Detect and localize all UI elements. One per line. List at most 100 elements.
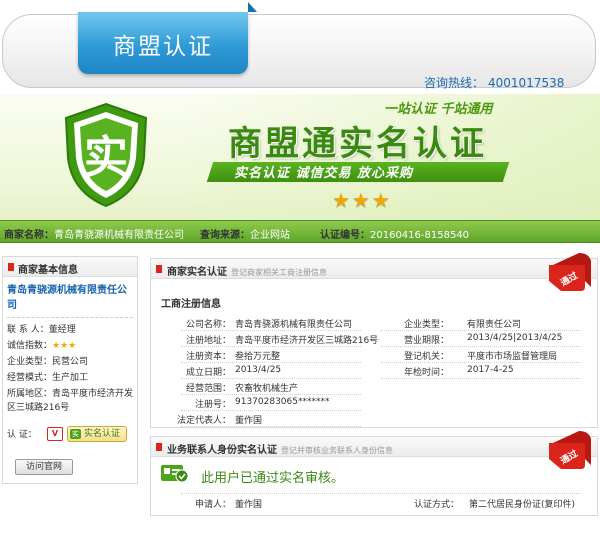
field-value: 2017-4-25 xyxy=(467,365,514,375)
contact-row: 联 系 人：董经理 xyxy=(7,323,76,337)
row-divider xyxy=(181,330,361,331)
section-header: 商家实名认证 登记商家相关工商注册信息 通过 xyxy=(151,253,597,291)
slogan-top: 一站认证 千站通用 xyxy=(384,102,493,117)
field-value: 2013/4/25 xyxy=(235,365,282,375)
field-label: 登记机关： xyxy=(403,352,449,362)
top-header: 商盟认证 咨询热线： 4001017538 xyxy=(0,0,600,92)
v-badge-icon[interactable]: V xyxy=(47,427,63,441)
applicant-label: 申请人： xyxy=(194,500,231,510)
business-mode-label: 经营模式： xyxy=(7,373,53,383)
passed-ribbon-icon: 通过 xyxy=(549,431,591,469)
field-label: 经营范围： xyxy=(185,384,231,394)
shield-glyph: 实 xyxy=(84,132,128,183)
section-title-text: 业务联系人身份实名认证 xyxy=(167,445,277,456)
row-divider xyxy=(181,378,361,379)
slogan-bar-text: 实名认证 诚信交易 放心采购 xyxy=(234,166,414,181)
field-value: 平度市市场监督管理局 xyxy=(467,352,558,362)
row-divider xyxy=(181,346,361,347)
bullet-icon xyxy=(156,265,162,273)
section-title-text: 商家实名认证 xyxy=(167,267,227,278)
field-value: 青岛青骁源机械有限责任公司 xyxy=(235,320,353,330)
field-value: 91370283065******* xyxy=(235,397,330,407)
section-header: 业务联系人身份实名认证 登记并审核业务联系人身份信息 通过 xyxy=(151,431,597,469)
bullet-icon xyxy=(8,263,14,271)
divider xyxy=(7,317,133,318)
field-value: 董作国 xyxy=(235,416,263,426)
field-label: 成立日期： xyxy=(185,368,231,378)
section-subtitle: 登记并审核业务联系人身份信息 xyxy=(281,446,393,455)
hotline-label: 咨询热线： xyxy=(424,76,485,90)
panel-header: 商家基本信息 xyxy=(3,257,137,277)
field-value: 农畜牧机械生产 xyxy=(235,384,299,394)
field-label: 年检时间： xyxy=(403,368,449,378)
company-name-link[interactable]: 青岛青骁源机械有限责任公司 xyxy=(7,283,135,313)
merchant-name-value: 青岛青骁源机械有限责任公司 xyxy=(54,230,184,241)
visit-website-button[interactable]: 访问官网 xyxy=(15,459,73,475)
cert-number-label: 认证编号： xyxy=(320,230,370,241)
divider xyxy=(181,493,581,494)
method-value: 第二代居民身份证(复印件) xyxy=(469,500,576,510)
cert-number-value: 20160416-8158540 xyxy=(370,230,470,241)
merchant-info-bar: 商家名称：青岛青骁源机械有限责任公司 查询来源：企业网站 认证编号：201604… xyxy=(0,220,600,243)
row-divider xyxy=(181,394,361,395)
field-label: 注册号： xyxy=(194,400,231,410)
tab-fold xyxy=(248,2,257,12)
company-type-label: 企业类型： xyxy=(7,357,53,367)
rating-label: 诚信指数： xyxy=(7,341,53,351)
registration-info-title: 工商注册信息 xyxy=(161,299,221,310)
merchant-name-item: 商家名称：青岛青骁源机械有限责任公司 xyxy=(4,226,184,241)
real-name-badge[interactable]: 实实名认证 xyxy=(67,426,127,442)
shield-logo-icon: 实 xyxy=(64,102,148,208)
section-title: 业务联系人身份实名认证 登记并审核业务联系人身份信息 xyxy=(167,441,393,456)
applicant-value: 董作国 xyxy=(235,500,263,510)
query-source-item: 查询来源：企业网站 xyxy=(200,226,290,241)
method-label: 认证方式： xyxy=(413,500,459,510)
query-source-label: 查询来源： xyxy=(200,230,250,241)
hotline-number[interactable]: 4001017538 xyxy=(488,76,564,90)
rating-row: 诚信指数：★★★ xyxy=(7,339,76,353)
row-divider xyxy=(381,346,581,347)
field-value: 2013/4/25|2013/4/25 xyxy=(467,333,563,343)
contact-value: 董经理 xyxy=(48,325,76,335)
passed-ribbon-icon: 通过 xyxy=(549,253,591,291)
field-value: 有限责任公司 xyxy=(467,320,522,330)
rating-stars-icon: ★★★ xyxy=(332,188,392,212)
cert-label: 认 证： xyxy=(7,430,37,440)
contact-identity-section: 业务联系人身份实名认证 登记并审核业务联系人身份信息 通过 此用户已通过实名审核。… xyxy=(150,431,598,516)
hotline: 咨询热线： 4001017538 xyxy=(424,74,564,91)
row-divider xyxy=(181,410,361,411)
query-source-value: 企业网站 xyxy=(250,230,290,241)
row-divider xyxy=(181,362,361,363)
region-row: 所属地区：青岛平度市经济开发区三城路216号 xyxy=(7,387,135,415)
row-divider xyxy=(181,426,361,427)
region-label: 所属地区： xyxy=(7,389,53,399)
real-name-badge-label: 实名认证 xyxy=(84,429,121,439)
id-card-check-icon xyxy=(161,465,189,483)
merchant-basic-info-panel: 商家基本信息 青岛青骁源机械有限责任公司 联 系 人：董经理 诚信指数：★★★ … xyxy=(2,256,138,484)
field-label: 注册地址： xyxy=(185,336,231,346)
real-name-badge-icon: 实 xyxy=(70,429,81,439)
field-value: 青岛平度市经济开发区三城路216号 xyxy=(235,336,379,346)
merchant-real-name-section: 商家实名认证 登记商家相关工商注册信息 通过 工商注册信息 公司名称： 青岛青骁源机… xyxy=(150,253,598,428)
header-tab-title: 商盟认证 xyxy=(113,34,213,60)
panel-title: 商家基本信息 xyxy=(18,265,78,276)
field-label: 注册资本： xyxy=(185,352,231,362)
cert-row: 认 证： xyxy=(7,428,37,442)
cert-number-item: 认证编号：20160416-8158540 xyxy=(320,226,469,241)
business-mode-value: 生产加工 xyxy=(52,373,89,383)
section-subtitle: 登记商家相关工商注册信息 xyxy=(231,268,327,277)
header-tab[interactable]: 商盟认证 xyxy=(78,12,248,74)
company-type-value: 民营公司 xyxy=(52,357,89,367)
bullet-icon xyxy=(156,443,162,451)
field-label: 营业期限： xyxy=(403,336,449,346)
verified-text: 此用户已通过实名审核。 xyxy=(201,471,345,486)
company-type-row: 企业类型：民营公司 xyxy=(7,355,88,369)
row-divider xyxy=(381,330,581,331)
banner-brand: 商盟通实名认证 xyxy=(228,124,487,164)
field-value: 叁拾万元整 xyxy=(235,352,281,362)
row-divider xyxy=(381,362,581,363)
merchant-name-label: 商家名称： xyxy=(4,230,54,241)
field-label: 公司名称： xyxy=(185,320,231,330)
section-title: 商家实名认证 登记商家相关工商注册信息 xyxy=(167,263,327,278)
row-divider xyxy=(381,378,581,379)
